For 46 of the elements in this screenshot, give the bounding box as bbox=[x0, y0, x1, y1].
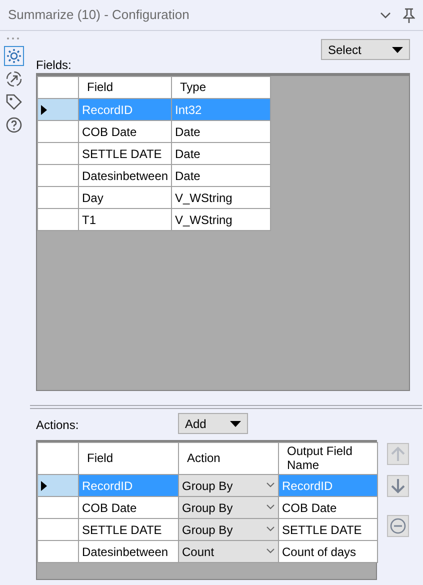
column-header[interactable]: Field bbox=[78, 76, 172, 98]
row-header[interactable] bbox=[38, 98, 78, 120]
pin-icon[interactable] bbox=[403, 8, 415, 22]
add-dropdown[interactable]: Add bbox=[178, 413, 248, 434]
chevron-down-icon bbox=[266, 504, 275, 510]
section-label: Actions: bbox=[36, 417, 80, 434]
chevron-down-icon bbox=[266, 548, 275, 554]
chevron-down-icon bbox=[266, 526, 275, 532]
table-cell[interactable]: V_WString bbox=[172, 208, 270, 230]
row-header[interactable] bbox=[38, 474, 78, 496]
table-cell[interactable]: Day bbox=[78, 186, 172, 208]
table-cell[interactable]: COB Date bbox=[278, 496, 378, 518]
section-label: Fields: bbox=[36, 58, 72, 72]
chevron-down-icon bbox=[266, 482, 275, 488]
table-cell[interactable]: T1 bbox=[78, 208, 172, 230]
chevron-down-icon[interactable] bbox=[380, 12, 391, 18]
table-cell[interactable]: V_WString bbox=[172, 186, 270, 208]
help-icon[interactable] bbox=[4, 115, 24, 135]
table-cell[interactable]: Datesinbetween bbox=[78, 164, 172, 186]
action-dropdown[interactable]: Group By bbox=[178, 496, 278, 518]
caret-icon bbox=[230, 420, 241, 426]
table-cell[interactable]: Date bbox=[172, 120, 270, 142]
action-dropdown[interactable]: Group By bbox=[178, 518, 278, 540]
caret-icon bbox=[392, 46, 403, 52]
panel-title: Summarize (10) - Configuration bbox=[8, 6, 190, 24]
more-icon[interactable] bbox=[6, 37, 20, 40]
row-pointer-icon bbox=[41, 481, 47, 492]
arrow-circle-icon[interactable] bbox=[4, 69, 24, 89]
table-cell[interactable]: Count of days bbox=[278, 540, 378, 562]
table-cell[interactable]: SETTLE DATE bbox=[78, 518, 178, 540]
row-pointer-icon bbox=[41, 105, 47, 116]
column-header[interactable]: Type bbox=[172, 76, 270, 98]
table-cell[interactable]: COB Date bbox=[78, 496, 178, 518]
select-dropdown[interactable]: Select bbox=[321, 39, 410, 60]
tag-icon[interactable] bbox=[4, 92, 24, 112]
action-dropdown[interactable]: Count bbox=[178, 540, 278, 562]
remove-button[interactable] bbox=[387, 515, 409, 537]
table-cell[interactable]: COB Date bbox=[78, 120, 172, 142]
action-dropdown[interactable]: Group By bbox=[178, 474, 278, 496]
move-down-button[interactable] bbox=[387, 475, 409, 497]
table-cell[interactable]: SETTLE DATE bbox=[78, 142, 172, 164]
table-cell[interactable]: SETTLE DATE bbox=[278, 518, 378, 540]
settings-icon[interactable] bbox=[4, 46, 24, 66]
table-cell[interactable]: Date bbox=[172, 164, 270, 186]
table-cell[interactable]: Datesinbetween bbox=[78, 540, 178, 562]
table-cell[interactable]: Date bbox=[172, 142, 270, 164]
